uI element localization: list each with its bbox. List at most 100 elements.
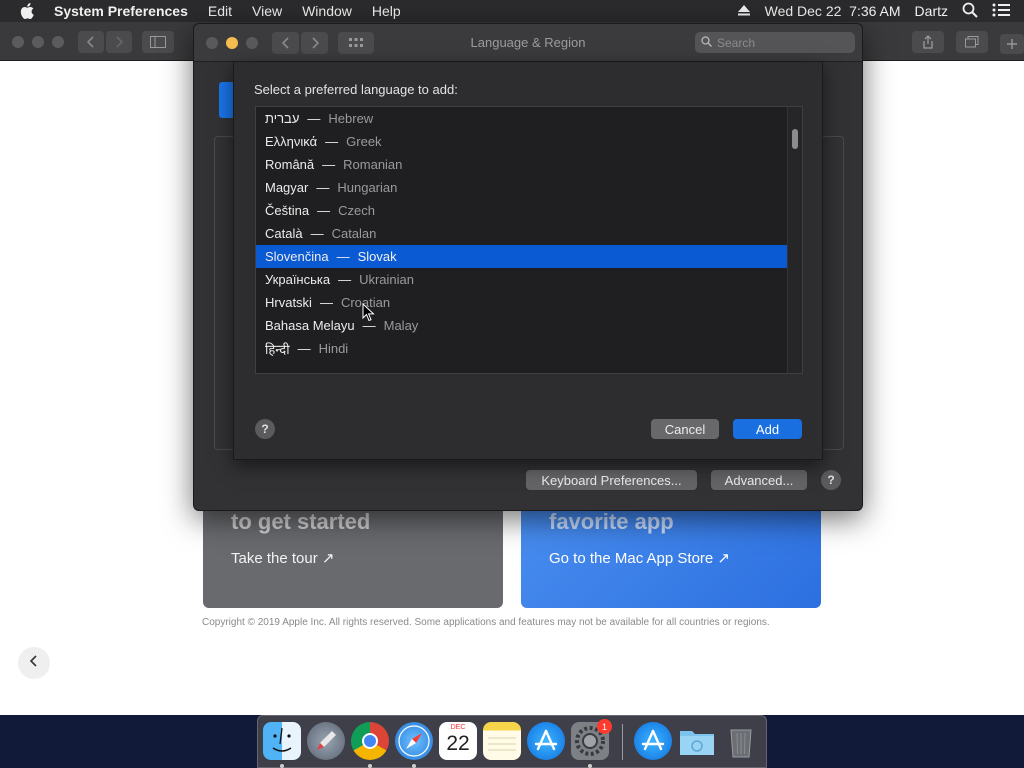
language-native-name: Ελληνικά [265,134,318,149]
zoom-window-button[interactable] [52,36,64,48]
finder-icon[interactable] [263,722,301,760]
language-native-name: Català [265,226,303,241]
language-english-name: Hindi [318,341,349,356]
language-row-ukrainian[interactable]: Українська — Ukrainian [256,268,787,291]
menu-bar: System Preferences Edit View Window Help… [0,0,1024,22]
system-preferences-running-dot [588,764,592,768]
sheet-help-button[interactable]: ? [255,419,275,439]
advanced-button[interactable]: Advanced... [711,470,807,490]
sidebar-toggle-icon[interactable] [142,31,174,53]
language-row-hebrew[interactable]: עברית — Hebrew [256,107,787,130]
search-input[interactable] [717,35,837,50]
language-native-name: Slovenčina [265,249,329,264]
separator-dash: — [307,111,321,126]
language-english-name: Malay [383,318,419,333]
eject-icon[interactable] [737,3,751,19]
notes-icon[interactable] [483,722,521,760]
language-row-croatian[interactable]: Hrvatski — Croatian [256,291,787,314]
keyboard-preferences-button[interactable]: Keyboard Preferences... [526,470,697,490]
safari-icon[interactable] [395,722,433,760]
dock-separator [622,724,623,760]
language-native-name: עברית [265,111,300,126]
downloads-folder-icon[interactable] [678,722,716,760]
language-english-name: Ukrainian [359,272,415,287]
chevron-left-icon [29,654,38,672]
mouse-cursor-icon [362,302,376,323]
trash-icon[interactable] [722,722,760,760]
separator-dash: — [317,203,331,218]
separator-dash: — [322,157,336,172]
tour-card-heading: to get started [231,509,371,534]
add-button[interactable]: Add [733,419,802,439]
language-row-malay[interactable]: Bahasa Melayu — Malay [256,314,787,337]
app-store-2-icon[interactable] [634,722,672,760]
language-english-name: Romanian [343,157,403,172]
help-menu[interactable]: Help [372,3,401,19]
window-help-button[interactable]: ? [821,470,841,490]
language-native-name: Magyar [265,180,309,195]
window-menu[interactable]: Window [302,3,352,19]
language-row-czech[interactable]: Čeština — Czech [256,199,787,222]
language-row-slovak-selected[interactable]: Slovenčina — Slovak [256,245,787,268]
finder-running-dot [280,764,284,768]
language-native-name: Bahasa Melayu [265,318,355,333]
language-english-name: Slovak [357,249,397,264]
search-icon [701,34,712,52]
language-row-romanian[interactable]: Română — Romanian [256,153,787,176]
add-language-sheet: Select a preferred language to add: עברי… [233,61,823,460]
tabs-overview-icon[interactable] [956,31,988,53]
language-native-name: Română [265,157,315,172]
dock: DEC 22 1 [257,715,767,768]
notification-badge: 1 [597,719,612,734]
share-icon[interactable] [912,31,944,53]
sheet-prompt: Select a preferred language to add: [254,82,458,97]
chrome-icon[interactable] [351,722,389,760]
clock[interactable]: Wed Dec 22 7:36 AM [765,3,901,19]
edit-menu[interactable]: Edit [208,3,232,19]
separator-dash: — [325,134,339,149]
notification-center-icon[interactable] [992,3,1010,20]
language-row-greek[interactable]: Ελληνικά — Greek [256,130,787,153]
cancel-button[interactable]: Cancel [651,419,719,439]
language-english-name: Hebrew [328,111,374,126]
take-the-tour-link[interactable]: Take the tour ↗ [231,549,334,567]
separator-dash: — [336,249,350,264]
calendar-month: DEC [450,724,466,731]
user-menu[interactable]: Dartz [915,3,948,19]
new-tab-icon[interactable] [1000,34,1024,54]
page-back-button[interactable] [18,647,50,679]
apple-menu-icon[interactable] [20,2,38,20]
safari-running-dot [412,764,416,768]
app-store-icon[interactable] [527,722,565,760]
language-native-name: Čeština [265,203,310,218]
language-list[interactable]: עברית — Hebrew Ελληνικά — Greek Română —… [255,106,803,374]
language-native-name: Hrvatski [265,295,312,310]
language-native-name: Українська [265,272,331,287]
chrome-running-dot [368,764,372,768]
browser-back-button[interactable] [78,31,104,53]
language-row-catalan[interactable]: Català — Catalan [256,222,787,245]
separator-dash: — [316,180,330,195]
list-scrollbar-thumb[interactable] [792,129,798,149]
language-english-name: Czech [338,203,375,218]
calendar-icon[interactable]: DEC 22 [439,722,477,760]
browser-forward-button[interactable] [106,31,132,53]
close-window-button[interactable] [12,36,24,48]
view-menu[interactable]: View [252,3,282,19]
language-row-hindi[interactable]: हिन्दी — Hindi [256,337,787,360]
separator-dash: — [319,295,333,310]
window-titlebar: Language & Region [194,24,862,62]
language-native-name: हिन्दी [265,341,290,357]
language-row-hungarian[interactable]: Magyar — Hungarian [256,176,787,199]
copyright-text: Copyright © 2019 Apple Inc. All rights r… [202,617,770,628]
launchpad-icon[interactable] [307,722,345,760]
calendar-day: 22 [446,732,470,755]
spotlight-search-icon[interactable] [962,2,978,21]
app-menu[interactable]: System Preferences [54,3,188,19]
app-store-card-heading: favorite app [549,509,674,534]
language-english-name: Catalan [331,226,377,241]
minimize-window-button[interactable] [32,36,44,48]
go-to-app-store-link[interactable]: Go to the Mac App Store ↗ [549,549,730,567]
language-english-name: Hungarian [337,180,398,195]
search-field[interactable] [695,32,855,53]
